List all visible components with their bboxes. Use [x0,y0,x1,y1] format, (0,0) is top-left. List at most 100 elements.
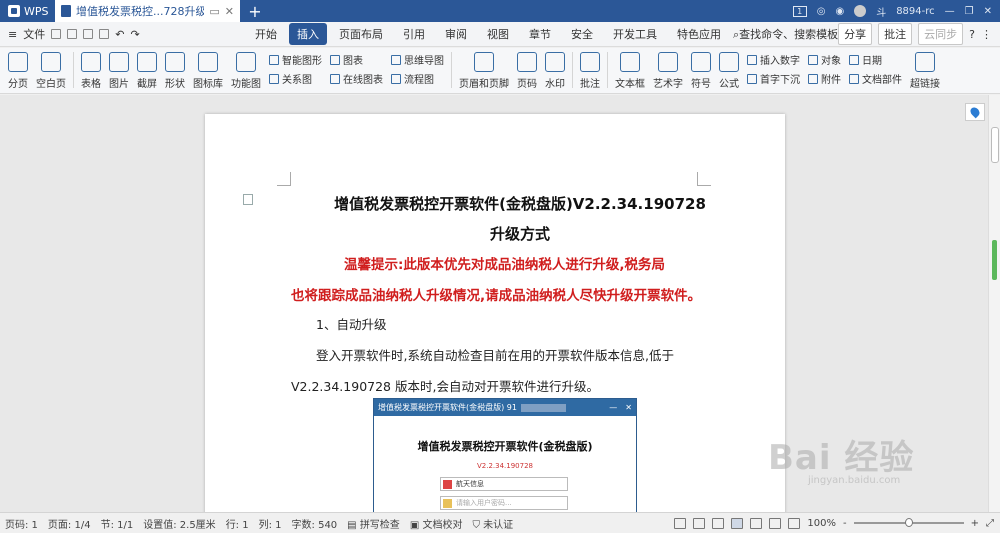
minimize-icon[interactable]: — [945,6,955,17]
tab-view[interactable]: 视图 [479,23,517,45]
blank-page-button[interactable]: 空白页 [32,48,70,90]
tab-references[interactable]: 引用 [395,23,433,45]
online-chart-button[interactable]: 在线图表 [330,71,383,86]
print-preview-icon[interactable] [99,29,110,39]
close-window-icon[interactable]: ✕ [984,6,992,17]
skin-icon[interactable]: ◎ [817,6,826,17]
page-break-button[interactable]: 分页 [4,48,32,90]
menu-icon[interactable]: ≡ [8,28,17,41]
comment-insert-button[interactable]: 批注 [576,48,604,90]
page-count-badge[interactable]: 1 [792,5,807,17]
wps-home-tab[interactable]: WPS [0,0,55,22]
tab-security[interactable]: 安全 [563,23,601,45]
insert-number-button[interactable]: 插入数字 [747,52,800,67]
undo-icon[interactable]: ↶ [115,28,124,41]
location-pin-button[interactable] [965,103,985,121]
embedded-screenshot[interactable]: 增值税发票税控开票软件(金税盘版) 91 — ✕ 增值税发票税控开票软件(金税盘版… [373,398,637,512]
more-icon[interactable]: ⋮ [981,28,992,41]
search-command[interactable]: ⌕查找命令、搜索模板 [733,26,838,42]
section-status[interactable]: 节: 1/1 [101,516,134,531]
document-page[interactable]: 增值税发票税控开票软件(金税盘版)V2.2.34.190728 升级方式 温馨提… [205,114,785,512]
menu-bar: ≡ 文件 ↶ ↷ 开始 插入 页面布局 引用 审阅 视图 章节 安全 开发工具 … [0,22,1000,47]
drop-cap-button[interactable]: 首字下沉 [747,71,800,86]
table-button[interactable]: 表格 [77,48,105,90]
row-status[interactable]: 行: 1 [226,516,249,531]
document-area[interactable]: 增值税发票税控开票软件(金税盘版)V2.2.34.190728 升级方式 温馨提… [0,95,988,512]
date-button[interactable]: 日期 [849,52,902,67]
edit-icon[interactable] [712,517,725,529]
column-status[interactable]: 列: 1 [259,516,282,531]
mindmap-button[interactable]: 思维导图 [391,52,444,67]
tab-float-icon[interactable]: ▭ [209,5,219,18]
flowchart-button[interactable]: 流程图 [391,71,444,86]
tab-page-layout[interactable]: 页面布局 [331,23,391,45]
header-footer-button[interactable]: 页眉和页脚 [455,48,513,90]
doc-parts-button[interactable]: 文档部件 [849,71,902,86]
function-chart-button[interactable]: 功能图 [227,48,265,90]
new-tab-button[interactable]: + [240,0,270,22]
watermark-sub: jingyan.baidu.com [808,475,901,486]
feedback-icon[interactable]: ◉ [835,6,844,17]
picture-button[interactable]: 图片 [105,48,133,90]
proofread-button[interactable]: ▣ 文档校对 [410,516,463,531]
symbol-button[interactable]: 符号 [687,48,715,90]
wordart-button[interactable]: 艺术字 [649,48,687,90]
watermark-button[interactable]: 水印 [541,48,569,90]
web-view-icon[interactable] [769,517,782,529]
zoom-in-button[interactable]: + [971,518,979,529]
vertical-scrollbar[interactable] [988,95,1000,512]
comment-button[interactable]: 批注 [878,23,913,45]
file-menu[interactable]: 文件 [23,26,45,42]
fit-page-icon[interactable]: ⤢ [986,518,994,529]
fullscreen-icon[interactable] [674,517,687,529]
insert-number-label: 插入数字 [760,56,800,67]
tab-developer[interactable]: 开发工具 [605,23,665,45]
tab-home[interactable]: 开始 [247,23,285,45]
redo-icon[interactable]: ↷ [130,28,139,41]
tab-chapter[interactable]: 章节 [521,23,559,45]
attachment-button[interactable]: 附件 [808,71,841,86]
print-icon[interactable] [83,29,94,39]
calendar-icon [849,54,859,65]
icon-library-button[interactable]: 图标库 [189,48,227,90]
restore-icon[interactable]: ❐ [965,6,974,17]
textbox-button[interactable]: 文本框 [611,48,649,90]
help-icon[interactable]: ? [969,28,975,41]
page-view-icon[interactable] [731,517,744,529]
zoom-dropdown[interactable]: 100% [807,518,836,529]
share-button[interactable]: 分享 [838,23,873,45]
screenshot-button[interactable]: 截屏 [133,48,161,90]
tab-insert[interactable]: 插入 [288,23,327,45]
cloud-sync-button[interactable]: 云同步 [918,23,964,45]
avatar[interactable] [854,5,867,17]
page-number-status[interactable]: 页码: 1 [5,516,38,531]
page-number-button[interactable]: 页码 [513,48,541,90]
zoom-slider[interactable] [853,518,964,527]
object-button[interactable]: 对象 [808,52,841,67]
certification-status[interactable]: ⛉ 未认证 [472,516,513,531]
shape-button[interactable]: 形状 [161,48,189,90]
document-tab[interactable]: 增值税发票税控...728升级方式 ▭ ✕ [55,0,240,22]
relation-chart-button[interactable]: 关系图 [269,71,322,86]
tab-special[interactable]: 特色应用 [669,23,729,45]
zoom-out-button[interactable]: - [843,518,847,529]
save-icon[interactable] [51,29,62,39]
user-name[interactable]: 斗 [876,4,886,19]
zoom-slider-knob[interactable] [904,518,913,527]
formula-button[interactable]: 公式 [715,48,743,90]
pages-status[interactable]: 页面: 1/4 [48,516,91,531]
eye-protection-icon[interactable] [788,517,801,529]
export-icon[interactable] [67,29,78,39]
scrollbar-thumb[interactable] [991,127,999,163]
mindmap-icon [391,54,401,65]
reading-mode-icon[interactable] [693,517,706,529]
setting-status[interactable]: 设置值: 2.5厘米 [143,516,215,531]
smart-graphic-button[interactable]: 智能图形 [269,52,322,67]
tab-close-icon[interactable]: ✕ [225,5,234,18]
outline-view-icon[interactable] [750,517,763,529]
spell-check-button[interactable]: ▤ 拼写检查 [347,516,400,531]
tab-review[interactable]: 审阅 [437,23,475,45]
hyperlink-button[interactable]: 超链接 [906,48,944,90]
chart-button[interactable]: 图表 [330,52,383,67]
word-count-status[interactable]: 字数: 540 [292,516,338,531]
